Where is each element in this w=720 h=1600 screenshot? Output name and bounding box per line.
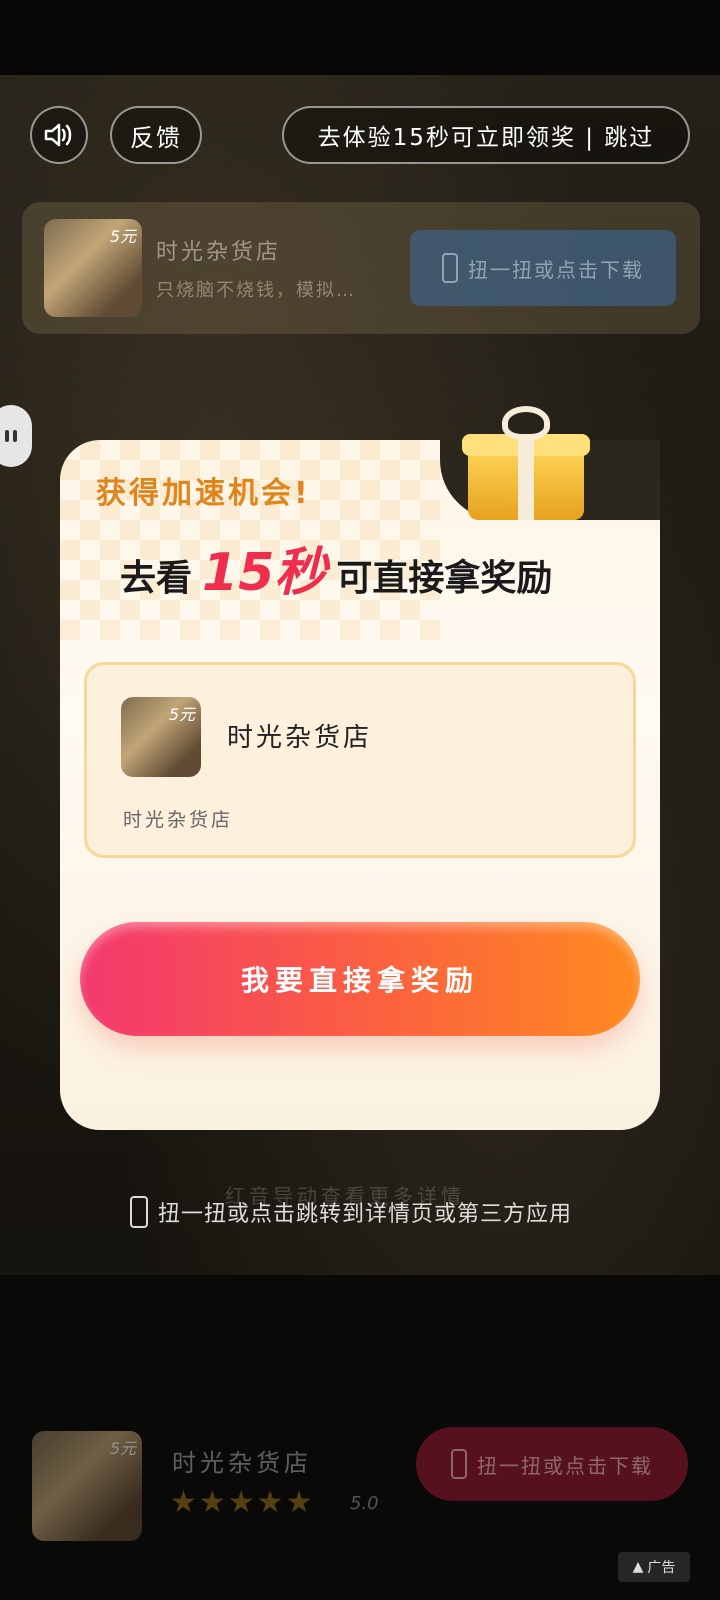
- phone-shake-icon: [442, 253, 458, 283]
- thumb-badge: 5元: [109, 227, 136, 246]
- bottom-download-button[interactable]: 扭一扭或点击下载: [416, 1427, 688, 1501]
- bottom-app-bar[interactable]: 5元 时光杂货店 ★★★★★ 5.0 扭一扭或点击下载: [0, 1425, 720, 1555]
- sound-toggle-button[interactable]: [30, 106, 88, 164]
- banner-download-label: 扭一扭或点击下载: [468, 257, 644, 282]
- app-card[interactable]: 5元 时光杂货店 时光杂货店: [84, 662, 636, 858]
- thumb-badge: 5元: [168, 705, 195, 724]
- feedback-button[interactable]: 反馈: [110, 106, 202, 164]
- claim-reward-button[interactable]: 我要直接拿奖励: [80, 922, 640, 1036]
- bottom-app-name: 时光杂货店: [172, 1449, 312, 1477]
- rating-stars: ★★★★★: [170, 1485, 315, 1520]
- modal-main-title: 去看 15秒 可直接拿奖励: [120, 530, 552, 605]
- shake-hint[interactable]: 扭一扭或点击跳转到详情页或第三方应用: [130, 1196, 572, 1228]
- floating-side-button[interactable]: [0, 405, 32, 467]
- banner-download-button[interactable]: 扭一扭或点击下载: [410, 230, 676, 306]
- phone-shake-icon: [451, 1449, 467, 1479]
- main-title-highlight: 15秒: [195, 530, 333, 605]
- app-card-thumbnail: 5元: [121, 697, 201, 777]
- pause-icon: [5, 430, 9, 442]
- banner-description: 只烧脑不烧钱，模拟…: [156, 280, 356, 301]
- ad-top-banner[interactable]: 5元 时光杂货店 只烧脑不烧钱，模拟… 扭一扭或点击下载: [22, 202, 700, 334]
- pause-icon-bar: [13, 430, 17, 442]
- ad-label-text: 广告: [647, 1560, 676, 1576]
- speaker-icon: [44, 123, 72, 147]
- bottom-app-thumbnail: 5元: [32, 1431, 142, 1541]
- main-title-suffix: 可直接拿奖励: [336, 558, 553, 599]
- thumb-badge: 5元: [109, 1439, 136, 1458]
- skip-button[interactable]: 去体验15秒可立即领奖 | 跳过: [282, 106, 690, 164]
- shake-hint-text: 扭一扭或点击跳转到详情页或第三方应用: [158, 1202, 573, 1227]
- modal-headline: 获得加速机会!: [96, 476, 311, 511]
- main-title-prefix: 去看: [120, 558, 193, 599]
- gift-box-icon: [462, 400, 592, 520]
- app-thumbnail: 5元: [44, 219, 142, 317]
- ad-logo-icon: ▲: [632, 1559, 644, 1575]
- bottom-download-label: 扭一扭或点击下载: [477, 1453, 653, 1478]
- app-card-title: 时光杂货店: [227, 723, 373, 753]
- app-card-subtitle: 时光杂货店: [123, 809, 234, 831]
- phone-shake-icon: [130, 1196, 148, 1228]
- rating-value: 5.0: [350, 1493, 379, 1514]
- ad-label: ▲ 广告: [618, 1552, 690, 1582]
- banner-app-name: 时光杂货店: [156, 240, 282, 265]
